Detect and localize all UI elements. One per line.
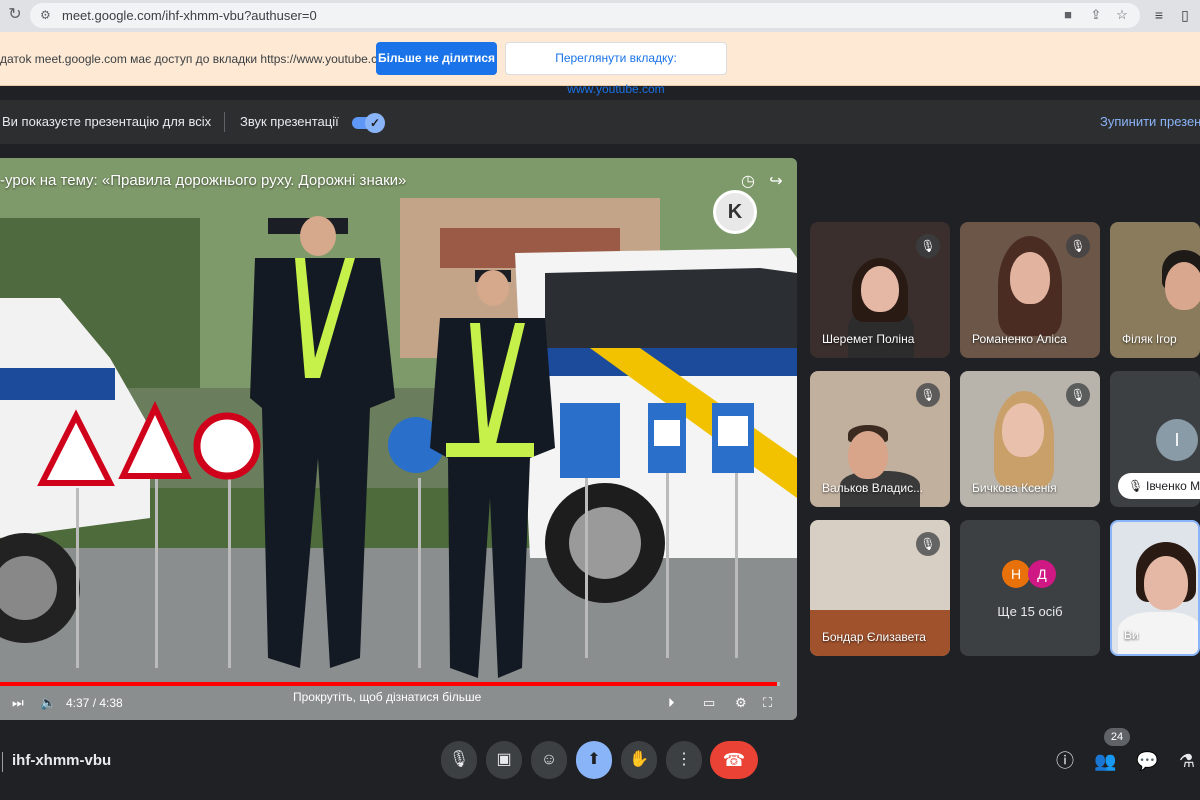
presentation-bar: Ви показуєте презентацію для всіх Звук п…: [0, 100, 1200, 144]
people-button[interactable]: 👥: [1094, 750, 1116, 772]
sharing-infobar: датоk meet.google.com має доступ до вкла…: [0, 32, 1200, 96]
reading-list-icon[interactable]: ≡: [1150, 6, 1168, 24]
meeting-code: ihf-xhmm-vbu: [12, 752, 112, 769]
volume-icon[interactable]: 🔈: [40, 694, 56, 712]
mic-off-icon: 🎙: [916, 532, 940, 556]
shared-video[interactable]: -урок на тему: «Правила дорожнього руху.…: [0, 158, 797, 720]
camera-button[interactable]: ▣: [486, 741, 522, 779]
participant-name-pill: 🎙 Івченко Ми: [1118, 473, 1200, 499]
check-icon: ✓: [365, 113, 385, 133]
channel-logo[interactable]: K: [713, 190, 757, 234]
participant-tile[interactable]: Філяк Ігор: [1110, 222, 1200, 358]
autoplay-toggle-icon[interactable]: ⏵: [668, 694, 675, 712]
next-icon[interactable]: ⏭: [12, 694, 24, 712]
fullscreen-icon[interactable]: ⛶: [763, 694, 772, 712]
stop-sharing-button[interactable]: Більше не ділитися: [376, 42, 497, 75]
video-frame: [0, 158, 797, 720]
participant-name: Івченко Ми: [1146, 479, 1200, 493]
participant-avatar: Д: [1028, 560, 1056, 588]
microphone-button[interactable]: 🎙: [441, 741, 477, 779]
settings-icon[interactable]: ⚙: [735, 694, 747, 712]
participant-name: Шеремет Поліна: [822, 332, 915, 346]
people-count-badge: 24: [1104, 728, 1130, 746]
info-icon: ⓘ: [1056, 751, 1074, 771]
browser-toolbar: ↻ ⚙ meet.google.com/ihf-xhmm-vbu?authuse…: [0, 0, 1200, 32]
raise-hand-button[interactable]: ✋: [621, 741, 657, 779]
stop-presenting-button[interactable]: Зупинити презен: [1100, 114, 1200, 129]
scroll-hint: Прокрутіть, щоб дізнатися більше: [293, 690, 482, 704]
meeting-info-button[interactable]: ⓘ: [1054, 750, 1076, 772]
divider: [224, 112, 225, 132]
participant-tile[interactable]: 🎙 Романенко Аліса: [960, 222, 1100, 358]
reactions-button[interactable]: ☺: [531, 741, 567, 779]
participant-face: [1144, 556, 1188, 610]
end-call-button[interactable]: ☎: [710, 741, 758, 779]
participant-name: Бондар Єлизавета: [822, 630, 926, 644]
mic-off-icon: 🎙: [916, 383, 940, 407]
divider: [2, 752, 3, 772]
participant-face: [1002, 403, 1044, 457]
watch-later-icon[interactable]: ◷: [738, 172, 758, 192]
sharing-message: датоk meet.google.com має доступ до вкла…: [0, 52, 394, 66]
participant-tile[interactable]: 🎙 Вальков Владис...: [810, 371, 950, 507]
bookmark-star-icon[interactable]: ☆: [1114, 7, 1130, 23]
participant-face: [1010, 252, 1050, 304]
participant-name: Вальков Владис...: [822, 481, 924, 495]
chat-button[interactable]: 💬: [1136, 750, 1158, 772]
present-screen-icon: ⬆: [587, 751, 601, 768]
share-arrow-icon[interactable]: ↪: [766, 172, 786, 192]
emoji-icon: ☺: [540, 751, 558, 768]
video-time: 4:37 / 4:38: [66, 696, 123, 710]
subtitles-icon[interactable]: ▭: [703, 694, 715, 712]
presentation-audio-toggle[interactable]: ✓: [352, 113, 386, 133]
address-bar[interactable]: ⚙ meet.google.com/ihf-xhmm-vbu?authuser=…: [30, 3, 1140, 28]
more-vertical-icon: ⋮: [676, 751, 692, 768]
presentation-audio-label: Звук презентації: [240, 114, 339, 129]
video-title: -урок на тему: «Правила дорожнього руху.…: [0, 172, 407, 189]
participant-face: [1165, 262, 1200, 310]
present-button[interactable]: ⬆: [576, 741, 612, 779]
phone-hangup-icon: ☎: [722, 750, 746, 770]
hand-icon: ✋: [629, 751, 649, 768]
participant-name: Бичкова Ксенія: [972, 481, 1057, 495]
chat-icon: 💬: [1136, 751, 1159, 771]
mic-off-icon: 🎙: [916, 234, 940, 258]
participant-name: Ви: [1124, 628, 1139, 642]
reload-icon[interactable]: ↻: [6, 6, 24, 24]
view-tab-button[interactable]: Переглянути вкладку: www.youtube.com: [505, 42, 727, 96]
presenting-status: Ви показуєте презентацію для всіх: [2, 114, 212, 129]
share-icon[interactable]: ⇪: [1088, 7, 1104, 23]
participant-avatar: Н: [1002, 560, 1030, 588]
more-participants-tile[interactable]: Н Д Ще 15 осіб: [960, 520, 1100, 656]
video-progress-bar[interactable]: [0, 682, 780, 686]
participant-tile[interactable]: І 🎙 Івченко Ми: [1110, 371, 1200, 507]
more-options-button[interactable]: ⋮: [666, 741, 702, 779]
participant-name: Філяк Ігор: [1122, 332, 1177, 346]
activities-button[interactable]: ⚗: [1176, 750, 1198, 772]
participant-tile[interactable]: 🎙 Бондар Єлизавета: [810, 520, 950, 656]
participant-tile[interactable]: 🎙 Бичкова Ксенія: [960, 371, 1100, 507]
mic-off-icon: 🎙: [1066, 234, 1090, 258]
camera-icon[interactable]: ■: [1060, 7, 1076, 23]
more-participants-label: Ще 15 осіб: [997, 604, 1063, 619]
participant-face: [848, 431, 888, 479]
mic-off-icon: 🎙: [1066, 383, 1090, 407]
url-text: meet.google.com/ihf-xhmm-vbu?authuser=0: [62, 8, 317, 23]
participant-avatar: І: [1156, 419, 1198, 461]
mic-icon: 🎙: [1128, 479, 1144, 493]
mic-icon: 🎙: [448, 751, 470, 768]
video-camera-icon: ▣: [496, 751, 512, 768]
people-icon: 👥: [1094, 751, 1117, 771]
self-tile[interactable]: Ви: [1110, 520, 1200, 656]
side-panel-icon[interactable]: ▯: [1176, 6, 1194, 24]
activities-icon: ⚗: [1178, 751, 1196, 771]
participant-name: Романенко Аліса: [972, 332, 1067, 346]
site-info-icon[interactable]: ⚙: [40, 8, 54, 22]
participant-tile[interactable]: 🎙 Шеремет Поліна: [810, 222, 950, 358]
video-progress-fill: [0, 682, 777, 686]
participant-face: [861, 266, 899, 312]
